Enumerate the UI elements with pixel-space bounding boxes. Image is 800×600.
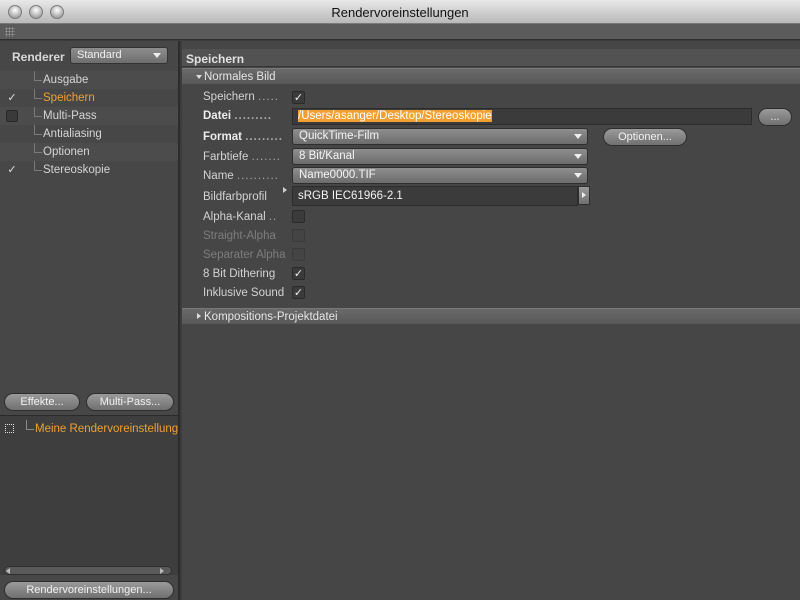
checkmark-icon[interactable]: ✓: [6, 164, 18, 176]
tree-item-stereoskopie[interactable]: ✓ Stereoskopie: [0, 161, 178, 179]
separate-alpha-checkbox[interactable]: [292, 248, 305, 261]
file-label: Datei .........: [203, 110, 273, 122]
separate-alpha-label: Separater Alpha: [203, 249, 286, 261]
save-checkbox[interactable]: ✓: [292, 91, 305, 104]
tree-branch-line: [34, 71, 42, 81]
horizontal-scrollbar[interactable]: [4, 566, 172, 575]
file-path-field[interactable]: /Users/asanger/Desktop/Stereoskopie: [292, 108, 752, 125]
render-presets-button[interactable]: Rendervoreinstellungen...: [4, 581, 174, 599]
tree-item-label: Multi-Pass: [43, 110, 97, 122]
straight-alpha-checkbox[interactable]: [292, 229, 305, 242]
alpha-channel-checkbox[interactable]: [292, 210, 305, 223]
renderer-label: Renderer: [12, 50, 65, 64]
checkmark-icon[interactable]: ✓: [6, 92, 18, 104]
chevron-down-icon: [574, 154, 582, 159]
renderer-select-value: Standard: [77, 49, 122, 61]
color-depth-value: 8 Bit/Kanal: [299, 150, 355, 162]
window-title-bar: Rendervoreinstellungen: [0, 0, 800, 24]
grip-icon[interactable]: [5, 27, 15, 37]
tree-branch-line: [26, 420, 34, 430]
color-profile-value: sRGB IEC61966-2.1: [298, 190, 403, 202]
renderer-row: Renderer Standard: [0, 43, 180, 65]
format-value: QuickTime-Film: [299, 130, 380, 142]
renderer-select[interactable]: Standard: [70, 47, 168, 64]
tree-branch-line: [34, 161, 42, 171]
browse-file-button[interactable]: ...: [758, 108, 792, 126]
window-title: Rendervoreinstellungen: [331, 5, 469, 20]
color-profile-arrow-icon[interactable]: [283, 187, 287, 193]
multi-pass-button[interactable]: Multi-Pass...: [86, 393, 174, 411]
group-label: Kompositions-Projektdatei: [204, 311, 338, 323]
preset-label: Meine Rendervoreinstellung: [35, 423, 178, 435]
tree-branch-line: [34, 143, 42, 153]
save-label: Speichern .....: [203, 91, 279, 103]
toolbar-strip: [0, 24, 800, 40]
preset-list: Meine Rendervoreinstellung: [0, 415, 178, 575]
section-header: Speichern: [182, 49, 800, 67]
preset-select-icon[interactable]: [5, 424, 14, 433]
group-label: Normales Bild: [204, 71, 276, 83]
color-depth-label: Farbtiefe .......: [203, 151, 281, 163]
group-normal-image[interactable]: Normales Bild: [182, 68, 800, 84]
chevron-down-icon: [153, 53, 161, 58]
chevron-down-icon: [574, 173, 582, 178]
tree-branch-line: [34, 107, 42, 117]
tree-item-antialiasing[interactable]: Antialiasing: [0, 125, 178, 143]
color-depth-dropdown[interactable]: 8 Bit/Kanal: [292, 148, 588, 165]
tree-item-label: Ausgabe: [43, 74, 89, 86]
color-profile-menu-button[interactable]: [578, 186, 590, 205]
color-profile-label: Bildfarbprofil: [203, 191, 267, 203]
straight-alpha-label: Straight-Alpha: [203, 230, 276, 242]
name-format-dropdown[interactable]: Name0000.TIF: [292, 167, 588, 184]
format-label: Format .........: [203, 131, 283, 143]
name-label: Name ..........: [203, 170, 279, 182]
tree-item-multi-pass[interactable]: Multi-Pass: [0, 107, 178, 125]
scroll-left-icon[interactable]: [6, 568, 10, 574]
settings-sidebar: Renderer Standard Ausgabe ✓ Speichern Mu…: [0, 41, 180, 600]
preset-item[interactable]: Meine Rendervoreinstellung: [0, 420, 178, 438]
chevron-down-icon: [574, 134, 582, 139]
tree-item-label: Stereoskopie: [43, 164, 111, 176]
multi-pass-checkbox[interactable]: [6, 110, 18, 122]
effects-button[interactable]: Effekte...: [4, 393, 80, 411]
settings-panel: Speichern Normales Bild Speichern ..... …: [182, 41, 800, 600]
dithering-checkbox[interactable]: ✓: [292, 267, 305, 280]
tree-item-label: Optionen: [43, 146, 90, 158]
scroll-right-icon[interactable]: [160, 568, 164, 574]
include-sound-checkbox[interactable]: ✓: [292, 286, 305, 299]
name-format-value: Name0000.TIF: [299, 169, 376, 181]
disclosure-open-icon[interactable]: [196, 75, 202, 79]
alpha-channel-label: Alpha-Kanal ..: [203, 211, 278, 223]
dithering-label: 8 Bit Dithering: [203, 268, 276, 280]
tree-item-ausgabe[interactable]: Ausgabe: [0, 71, 178, 89]
color-profile-field[interactable]: sRGB IEC61966-2.1: [292, 186, 578, 206]
section-title: Speichern: [186, 52, 245, 66]
tree-item-optionen[interactable]: Optionen: [0, 143, 178, 161]
tree-branch-line: [34, 89, 42, 99]
include-sound-label: Inklusive Sound: [203, 287, 285, 299]
format-dropdown[interactable]: QuickTime-Film: [292, 128, 588, 145]
tree-item-label: Antialiasing: [43, 128, 102, 140]
settings-tree: Ausgabe ✓ Speichern Multi-Pass Antialias…: [0, 71, 178, 179]
file-path-value: /Users/asanger/Desktop/Stereoskopie: [298, 110, 492, 122]
disclosure-closed-icon[interactable]: [197, 313, 201, 319]
tree-item-speichern[interactable]: ✓ Speichern: [0, 89, 178, 107]
tree-item-label: Speichern: [43, 92, 95, 104]
tree-branch-line: [34, 125, 42, 135]
format-options-button[interactable]: Optionen...: [603, 128, 687, 146]
group-composition-project[interactable]: Kompositions-Projektdatei: [182, 308, 800, 324]
